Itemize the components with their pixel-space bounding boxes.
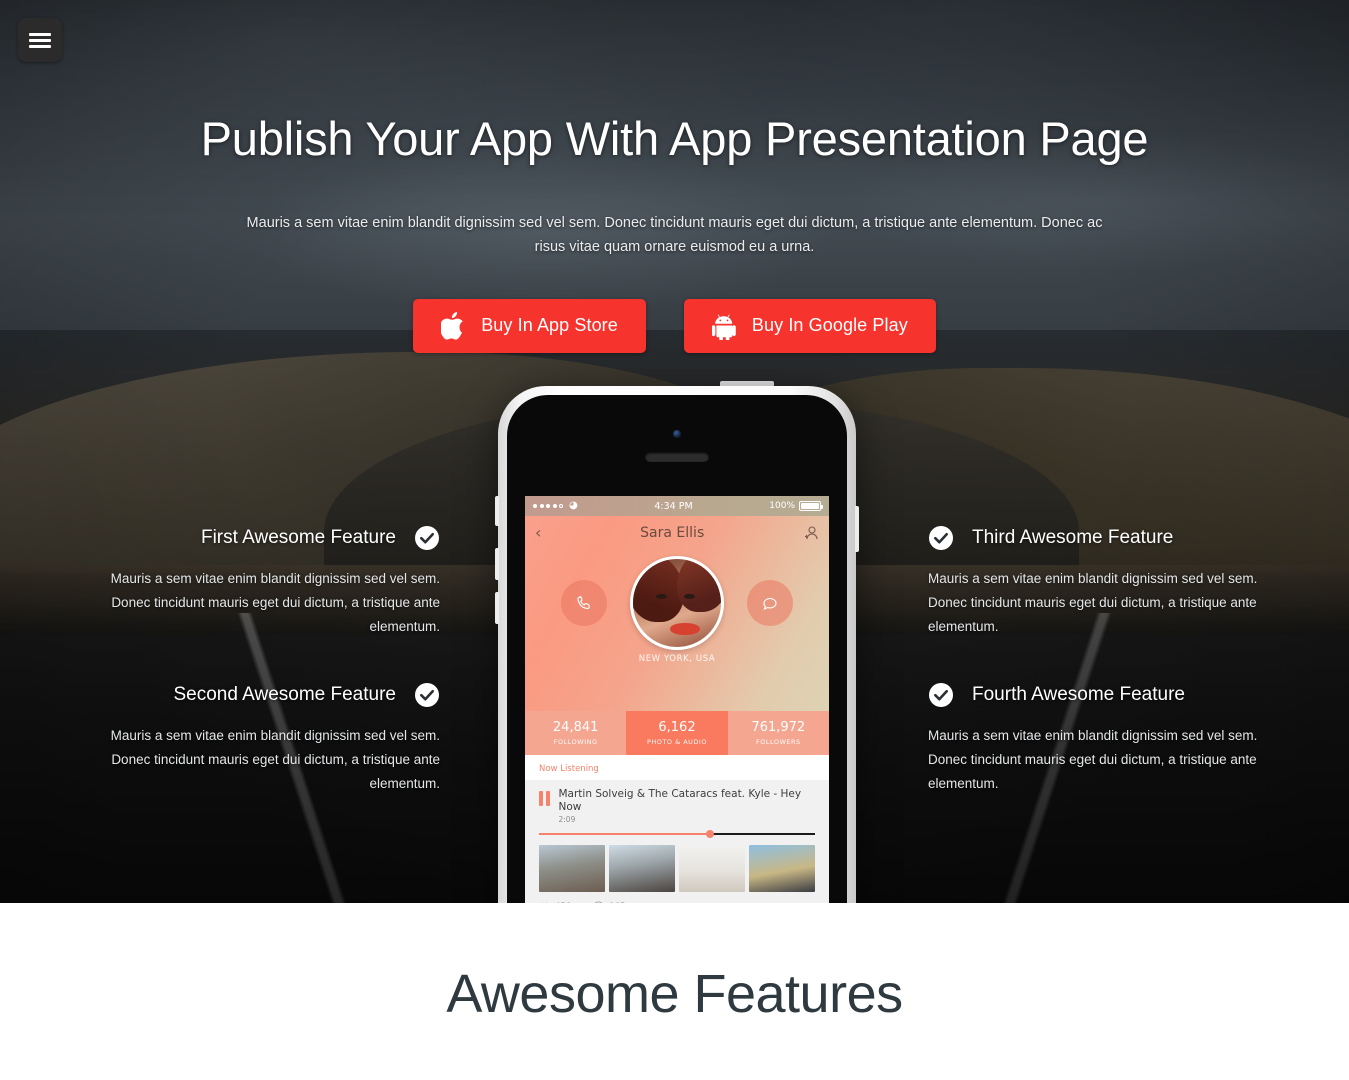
check-circle-icon	[928, 682, 954, 708]
signal-strength-icon	[533, 504, 563, 508]
stat-photo-audio[interactable]: 6,162 PHOTO & AUDIO	[626, 711, 728, 755]
status-bar-battery-percent: 100%	[769, 501, 795, 511]
phone-side-button-right[interactable]	[855, 506, 859, 552]
awesome-features-section: Awesome Features Duis bibendum diam non …	[0, 903, 1349, 1080]
like-count-value: 458	[555, 902, 571, 903]
view-count-value: 165	[609, 902, 625, 903]
phone-volume-down-button[interactable]	[495, 592, 499, 624]
feature-text: Mauris a sem vitae enim blandit dignissi…	[928, 571, 1258, 634]
hero-section: Publish Your App With App Presentation P…	[0, 0, 1349, 903]
phone-nav-bar: ‹ Sara Ellis	[525, 516, 829, 550]
add-user-icon[interactable]	[803, 525, 819, 541]
phone-stats-row: 24,841 FOLLOWING 6,162 PHOTO & AUDIO 761…	[525, 711, 829, 755]
phone-player: Martin Solveig & The Cataracs feat. Kyle…	[525, 780, 829, 903]
wifi-icon: ◕	[569, 500, 578, 511]
stat-followers[interactable]: 761,972 FOLLOWERS	[727, 711, 829, 755]
hero-cta-group: Buy In App Store Buy In Google Play	[0, 298, 1349, 353]
buy-app-store-button[interactable]: Buy In App Store	[413, 298, 646, 353]
photo-thumbnail[interactable]	[679, 845, 745, 893]
feature-heading-row: Fourth Awesome Feature	[928, 682, 1258, 708]
phone-status-bar: ◕ 4:34 PM 100%	[525, 496, 829, 516]
views-icon	[595, 901, 603, 903]
phone-contact-name: Sara Ellis	[640, 525, 705, 541]
check-circle-icon	[928, 525, 954, 551]
stat-value: 761,972	[751, 719, 806, 735]
stat-label: FOLLOWERS	[755, 737, 801, 746]
buy-app-store-label: Buy In App Store	[481, 315, 618, 336]
phone-message-button[interactable]	[747, 580, 793, 626]
photo-thumbnail-row	[539, 845, 815, 893]
battery-icon	[799, 501, 823, 511]
stat-label: FOLLOWING	[553, 737, 598, 746]
stat-value: 24,841	[552, 719, 599, 735]
menu-toggle-button[interactable]	[18, 18, 62, 62]
phone-camera-icon	[673, 430, 681, 438]
pause-icon[interactable]	[539, 791, 550, 806]
feature-item-second: Second Awesome Feature Mauris a sem vita…	[110, 682, 440, 796]
like-count[interactable]: 458	[539, 901, 571, 903]
feature-heading-row: Second Awesome Feature	[110, 682, 440, 708]
photo-thumbnail[interactable]	[539, 845, 605, 893]
track-row: Martin Solveig & The Cataracs feat. Kyle…	[539, 788, 815, 824]
section-lead-text: Duis bibendum diam non erat facilaisis t…	[210, 1072, 1140, 1080]
phone-avatar-row: NEW YORK, USA	[525, 550, 829, 670]
avatar	[630, 556, 724, 650]
feature-text: Mauris a sem vitae enim blandit dignissi…	[928, 728, 1258, 791]
hero-title: Publish Your App With App Presentation P…	[200, 112, 1149, 165]
hamburger-menu-icon	[29, 30, 51, 51]
now-listening-label: Now Listening	[525, 755, 829, 780]
stat-label: PHOTO & AUDIO	[647, 737, 707, 746]
phone-screen: ◕ 4:34 PM 100% ‹ Sara Ellis NEW YORK, US…	[525, 496, 829, 903]
hero-subtitle: Mauris a sem vitae enim blandit dignissi…	[246, 214, 1103, 255]
photo-thumbnail[interactable]	[749, 845, 815, 893]
phone-location-label: NEW YORK, USA	[638, 654, 716, 664]
check-circle-icon	[414, 525, 440, 551]
track-duration: 2:09	[558, 815, 576, 825]
buy-google-play-button[interactable]: Buy In Google Play	[683, 298, 936, 353]
status-bar-time: 4:34 PM	[654, 500, 693, 512]
check-circle-icon	[414, 682, 440, 708]
track-title: Martin Solveig & The Cataracs feat. Kyle…	[558, 788, 802, 814]
feature-item-fourth: Fourth Awesome Feature Mauris a sem vita…	[928, 682, 1258, 796]
phone-speaker-grille	[645, 452, 709, 462]
stat-value: 6,162	[658, 719, 696, 735]
phone-call-button[interactable]	[561, 580, 607, 626]
phone-mockup: ◕ 4:34 PM 100% ‹ Sara Ellis NEW YORK, US…	[495, 381, 859, 903]
apple-icon	[441, 311, 465, 340]
feature-item-third: Third Awesome Feature Mauris a sem vitae…	[928, 525, 1258, 639]
view-count[interactable]: 165	[593, 901, 625, 903]
buy-google-play-label: Buy In Google Play	[751, 315, 908, 336]
feature-text: Mauris a sem vitae enim blandit dignissi…	[110, 571, 440, 634]
hero-content: Publish Your App With App Presentation P…	[0, 0, 1349, 353]
phone-silent-switch[interactable]	[495, 496, 499, 526]
feature-text: Mauris a sem vitae enim blandit dignissi…	[110, 728, 440, 791]
feature-heading-row: First Awesome Feature	[110, 525, 440, 551]
phone-volume-up-button[interactable]	[495, 548, 499, 580]
android-icon	[711, 312, 736, 340]
track-progress-bar[interactable]	[539, 830, 815, 839]
photo-thumbnail[interactable]	[609, 845, 675, 893]
feature-title: Second Awesome Feature	[173, 684, 396, 705]
phone-profile-header: ‹ Sara Ellis NEW YORK, USA	[525, 516, 829, 711]
stat-following[interactable]: 24,841 FOLLOWING	[525, 711, 627, 755]
heart-icon	[539, 901, 550, 903]
track-progress-fill	[539, 833, 711, 836]
feature-title: First Awesome Feature	[200, 527, 396, 548]
feature-title: Fourth Awesome Feature	[972, 684, 1185, 705]
feature-title: Third Awesome Feature	[972, 527, 1174, 548]
feature-item-first: First Awesome Feature Mauris a sem vitae…	[110, 525, 440, 639]
post-meta-row: 458 165	[539, 901, 815, 903]
track-progress-handle[interactable]	[706, 830, 715, 839]
feature-heading-row: Third Awesome Feature	[928, 525, 1258, 551]
page-title: Awesome Features	[446, 964, 903, 1024]
